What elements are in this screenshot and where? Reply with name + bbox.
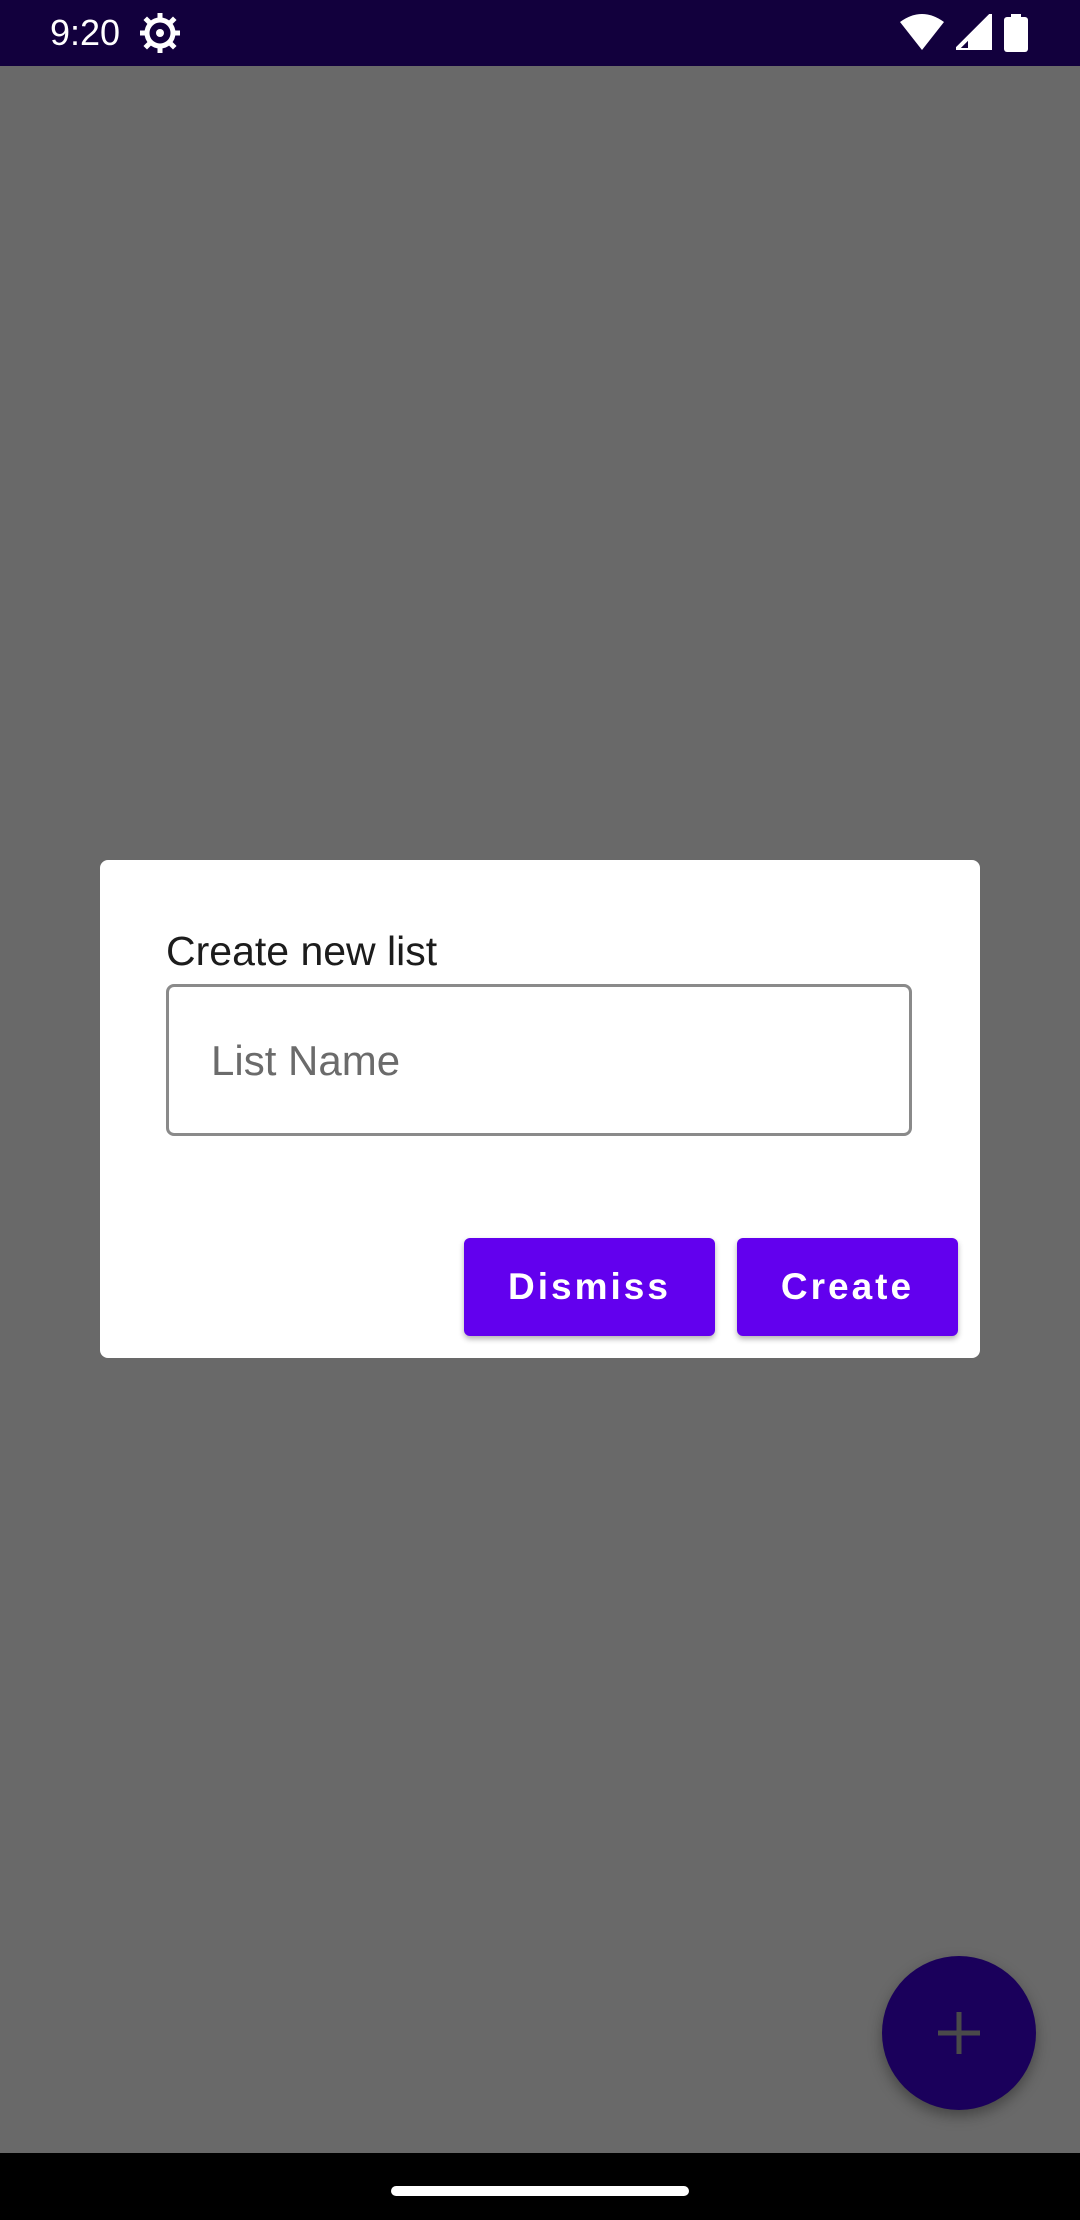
create-button[interactable]: Create [737,1238,958,1336]
wifi-icon [900,14,944,50]
status-bar: 9:20 [0,0,1080,66]
add-list-fab[interactable] [882,1956,1036,2110]
list-name-input[interactable] [209,987,873,1135]
navigation-bar [0,2153,1080,2220]
dismiss-button[interactable]: Dismiss [464,1238,715,1336]
settings-icon [139,12,181,54]
status-icons [900,14,1050,54]
signal-icon [956,14,992,50]
status-time: 9:20 [50,12,121,53]
home-gesture-handle[interactable] [391,2186,689,2196]
list-name-field[interactable] [166,984,912,1136]
plus-icon [938,2012,980,2054]
create-list-dialog: Create new list Dismiss Create [100,860,980,1358]
battery-icon [1004,14,1028,52]
dialog-title: Create new list [166,928,438,974]
